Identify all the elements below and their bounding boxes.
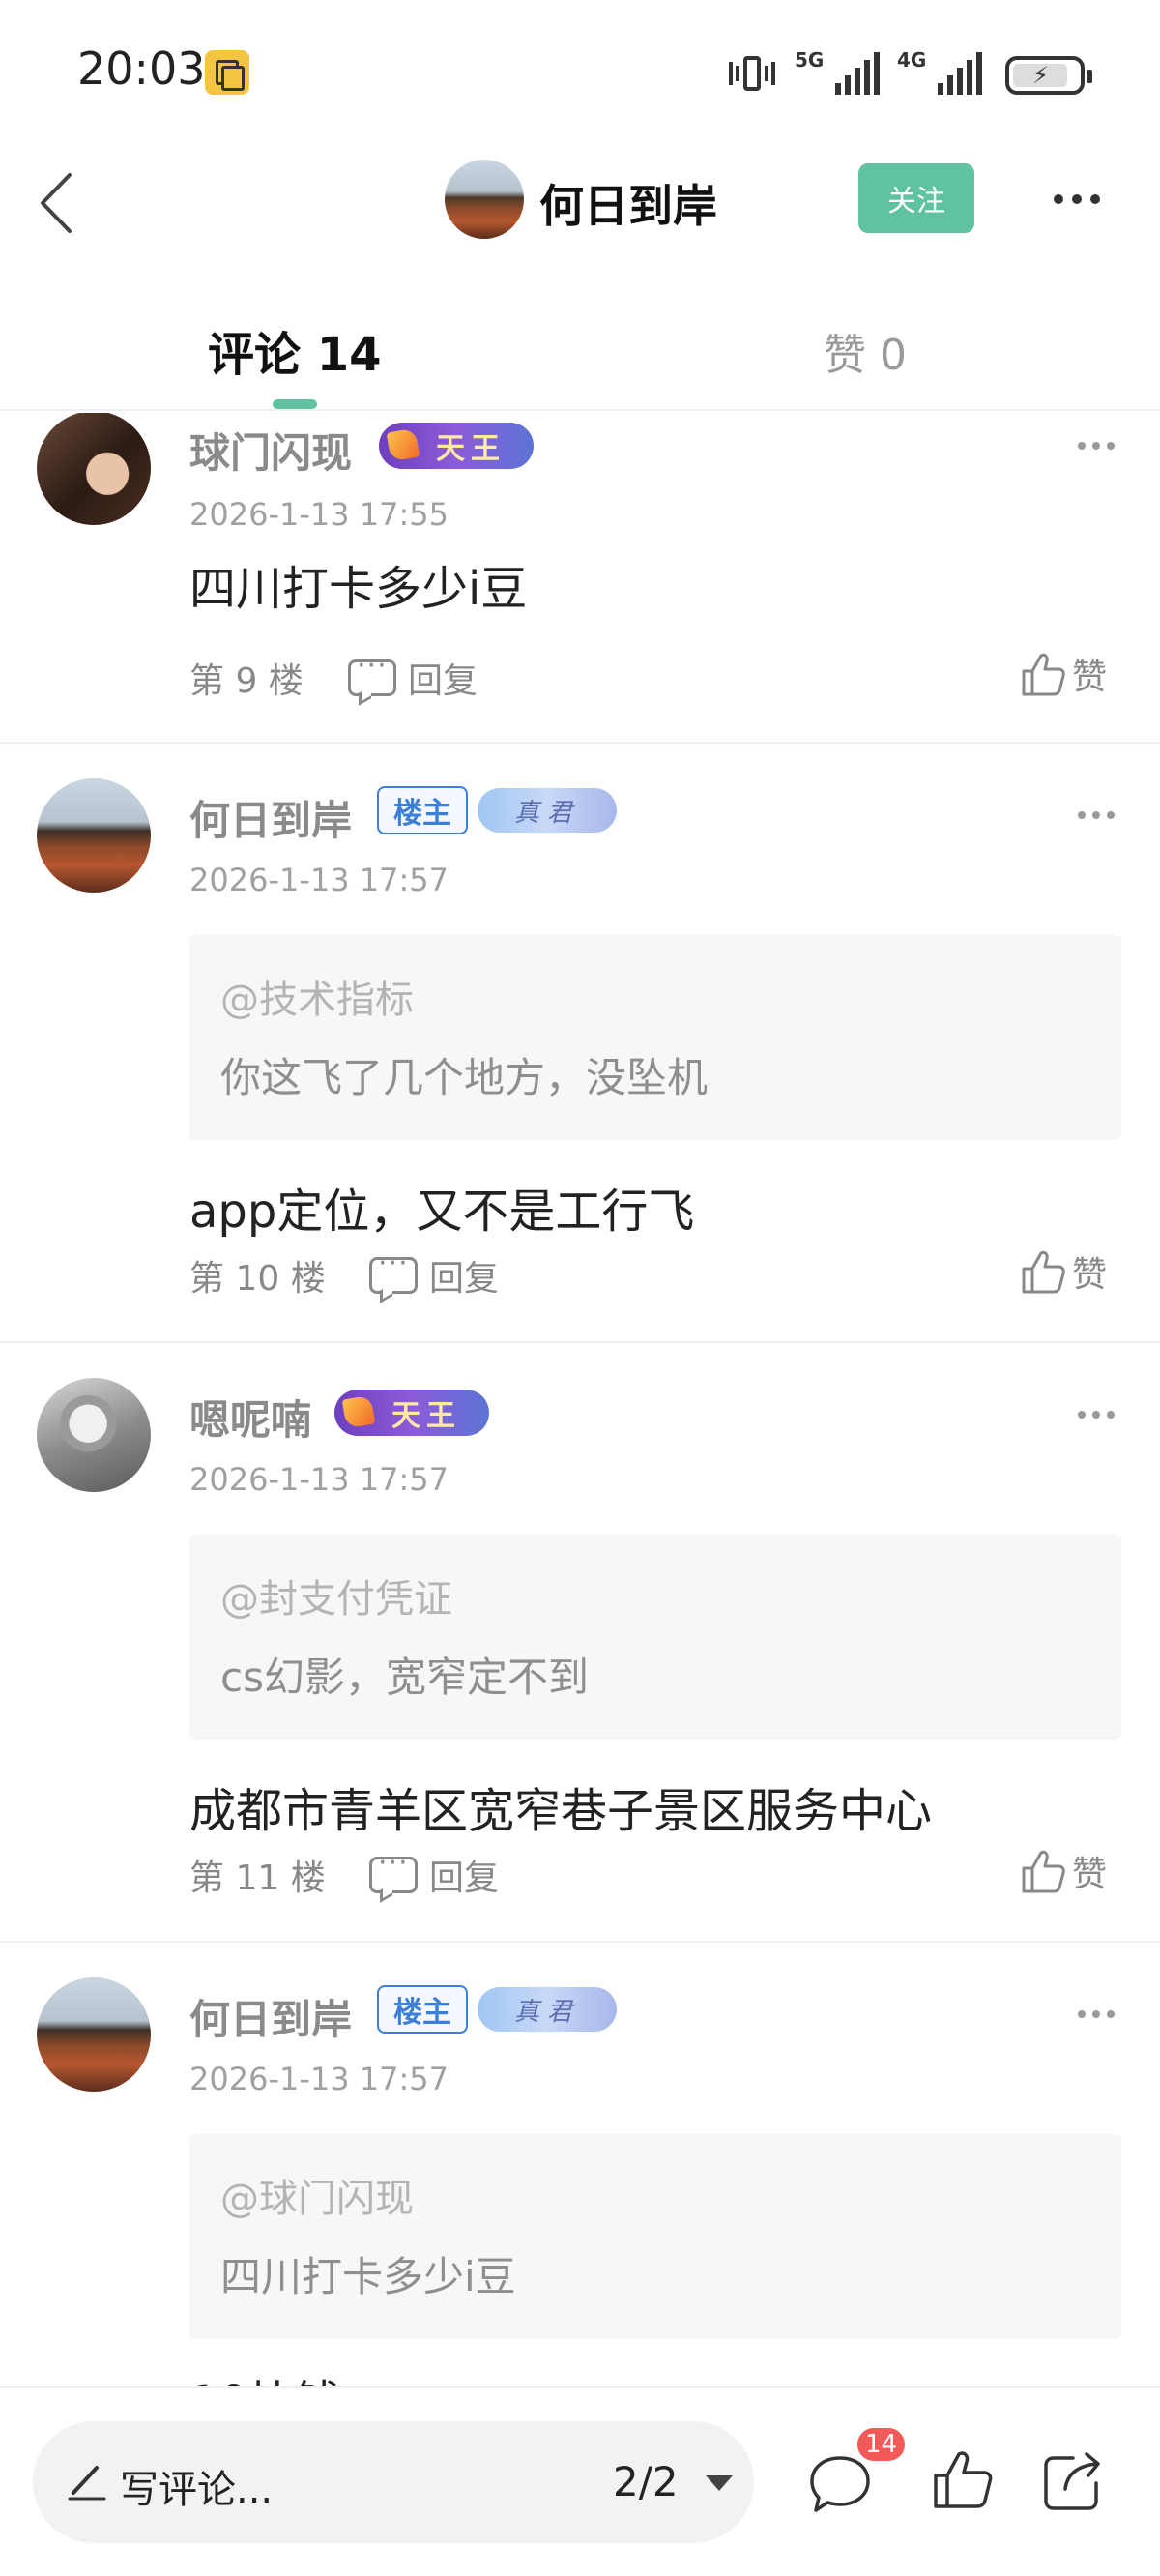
- floor-number: 第 9 楼: [189, 661, 304, 701]
- like-button[interactable]: 赞: [1020, 1246, 1107, 1297]
- quoted-username: @球门闪现: [220, 2177, 414, 2221]
- comment-username[interactable]: 何日到岸: [189, 788, 352, 847]
- avatar[interactable]: [37, 778, 151, 893]
- reply-label: 回复: [429, 1859, 500, 1898]
- avatar[interactable]: [37, 1378, 151, 1492]
- signal-5g-icon: 5G: [795, 48, 880, 95]
- bottom-action-bar: 写评论... 2/2 14: [0, 2386, 1160, 2576]
- reply-icon: [369, 1246, 418, 1294]
- comment-count-badge: 14: [855, 2425, 909, 2464]
- share-icon[interactable]: [1040, 2446, 1108, 2514]
- owner-badge: 楼主: [377, 1985, 468, 2034]
- reply-button[interactable]: 回复: [348, 649, 478, 703]
- back-arrow-icon[interactable]: [35, 169, 77, 237]
- reply-label: 回复: [429, 1259, 500, 1299]
- comment-more-icon[interactable]: [1078, 2010, 1115, 2018]
- author-name[interactable]: 何日到岸: [539, 171, 717, 235]
- status-icons: 5G 4G ⚡: [727, 48, 1092, 95]
- comment-item: 何日到岸 楼主 真君 2026-1-13 17:57 @技术指标 你这飞了几个地…: [0, 744, 1160, 1343]
- like-label: 赞: [1072, 658, 1108, 697]
- quoted-text: 四川打卡多少i豆: [220, 2253, 516, 2300]
- reply-button[interactable]: 回复: [369, 1246, 500, 1301]
- tab-comments[interactable]: 评论 14: [208, 316, 382, 384]
- reply-label: 回复: [408, 661, 478, 701]
- comment-username[interactable]: 嗯呢喃: [189, 1388, 311, 1447]
- reply-icon: [369, 1846, 418, 1893]
- comment-more-icon[interactable]: [1078, 442, 1115, 450]
- owner-badge: 楼主: [377, 786, 468, 834]
- vibrate-icon: [727, 52, 777, 95]
- comment-bubble-icon[interactable]: [808, 2452, 872, 2516]
- like-label: 赞: [1072, 1255, 1108, 1295]
- like-button[interactable]: 赞: [1020, 649, 1107, 699]
- signal-4g-label: 4G: [897, 48, 927, 72]
- comment-item: 球门闪现 天王 2026-1-13 17:55 四川打卡多少i豆 第 9 楼 回…: [0, 413, 1160, 744]
- comment-more-icon[interactable]: [1078, 1411, 1115, 1419]
- battery-charging-icon: ⚡: [1005, 56, 1092, 95]
- page-indicator[interactable]: 2/2: [613, 2458, 679, 2505]
- thumbs-up-icon[interactable]: [930, 2446, 996, 2512]
- reply-button[interactable]: 回复: [369, 1846, 500, 1900]
- quoted-comment[interactable]: @球门闪现 四川打卡多少i豆: [189, 2134, 1121, 2339]
- status-time: 20:03: [77, 43, 206, 95]
- level-badge: 天王: [334, 1390, 489, 1436]
- comment-time: 2026-1-13 17:57: [189, 2061, 449, 2097]
- thumbs-up-icon: [1022, 653, 1065, 696]
- like-label: 赞: [1072, 1855, 1108, 1894]
- quoted-text: cs幻影，宽窄定不到: [220, 1654, 589, 1701]
- comment-username[interactable]: 何日到岸: [189, 1987, 352, 2046]
- comment-list[interactable]: 球门闪现 天王 2026-1-13 17:55 四川打卡多少i豆 第 9 楼 回…: [0, 413, 1160, 2386]
- comment-content: app定位，又不是工行飞: [189, 1185, 695, 1239]
- comment-content: 成都市青羊区宽窄巷子景区服务中心: [189, 1784, 933, 1838]
- copy-badge-icon: [205, 50, 249, 95]
- comment-time: 2026-1-13 17:57: [189, 862, 449, 898]
- tab-likes[interactable]: 赞 0: [824, 320, 907, 382]
- comment-item: 嗯呢喃 天王 2026-1-13 17:57 @封支付凭证 cs幻影，宽窄定不到…: [0, 1343, 1160, 1943]
- quoted-username: @封支付凭证: [220, 1577, 452, 1622]
- floor-number: 第 10 楼: [189, 1259, 326, 1299]
- avatar[interactable]: [37, 413, 151, 525]
- comment-content: 10块钱: [189, 2364, 341, 2386]
- author-avatar[interactable]: [445, 160, 524, 239]
- comment-input[interactable]: 写评论... 2/2: [33, 2421, 754, 2543]
- comment-time: 2026-1-13 17:55: [189, 496, 449, 533]
- level-badge: 天王: [379, 423, 534, 469]
- level-badge: 真君: [478, 1987, 617, 2032]
- floor-number: 第 11 楼: [189, 1859, 326, 1898]
- active-tab-indicator: [273, 399, 317, 409]
- follow-button[interactable]: 关注: [858, 163, 974, 233]
- comment-input-placeholder: 写评论...: [120, 2468, 274, 2512]
- reply-icon: [348, 649, 396, 696]
- quoted-username: @技术指标: [220, 978, 414, 1022]
- like-button[interactable]: 赞: [1020, 1846, 1107, 1896]
- level-badge: 真君: [478, 788, 617, 833]
- tab-bar: 评论 14 赞 0: [0, 266, 1160, 411]
- comment-item: 何日到岸 楼主 真君 2026-1-13 17:57 @球门闪现 四川打卡多少i…: [0, 1943, 1160, 2386]
- chevron-down-icon[interactable]: [706, 2475, 733, 2491]
- top-nav-bar: 何日到岸 关注: [0, 140, 1160, 266]
- comment-content: 四川打卡多少i豆: [189, 562, 528, 616]
- comment-more-icon[interactable]: [1078, 811, 1115, 819]
- quoted-comment[interactable]: @封支付凭证 cs幻影，宽窄定不到: [189, 1535, 1121, 1740]
- quoted-comment[interactable]: @技术指标 你这飞了几个地方，没坠机: [189, 935, 1121, 1140]
- signal-5g-label: 5G: [795, 48, 825, 72]
- thumbs-up-icon: [1022, 1250, 1065, 1294]
- comment-time: 2026-1-13 17:57: [189, 1461, 449, 1498]
- status-bar: 20:03 5G 4G ⚡: [0, 0, 1160, 140]
- thumbs-up-icon: [1022, 1850, 1065, 1893]
- signal-4g-icon: 4G: [897, 48, 982, 95]
- pen-icon: [68, 2466, 106, 2501]
- comment-username[interactable]: 球门闪现: [189, 421, 352, 480]
- quoted-text: 你这飞了几个地方，没坠机: [220, 1054, 709, 1101]
- more-options-icon[interactable]: [1054, 194, 1100, 204]
- avatar[interactable]: [37, 1977, 151, 2092]
